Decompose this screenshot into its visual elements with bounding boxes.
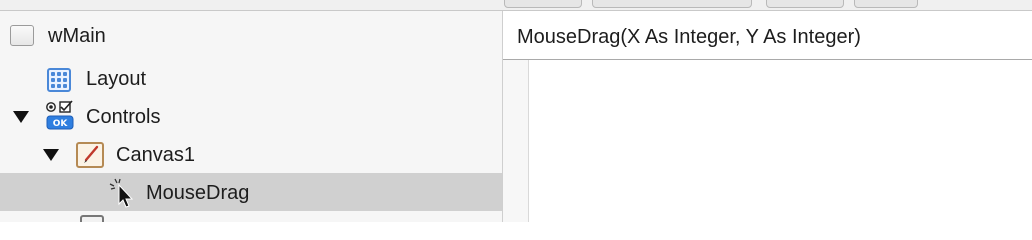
canvas-icon bbox=[76, 142, 104, 168]
nav-item-layout[interactable]: Layout bbox=[0, 59, 502, 97]
nav-item-label: Canvas1 bbox=[116, 144, 195, 166]
method-signature-bar: MouseDrag(X As Integer, Y As Integer) bbox=[503, 11, 1032, 60]
svg-text:OK: OK bbox=[53, 119, 69, 129]
nav-item-label: MouseDrag bbox=[146, 182, 250, 204]
disclosure-triangle-icon[interactable] bbox=[43, 149, 59, 161]
nav-item-mousedrag[interactable]: MouseDrag bbox=[0, 173, 502, 211]
nav-item-label: Controls bbox=[86, 106, 161, 128]
toolbar-button[interactable] bbox=[504, 0, 582, 8]
nav-item-controls[interactable]: OK Controls bbox=[0, 97, 502, 135]
layout-grid-icon bbox=[47, 68, 71, 92]
nav-item-canvas1[interactable]: Canvas1 bbox=[0, 135, 502, 173]
nav-item-label: wMain bbox=[48, 25, 106, 47]
disclosure-triangle-icon[interactable] bbox=[13, 111, 29, 123]
project-navigator: wMain Layout OK Controls Canvas1 MouseDr… bbox=[0, 11, 503, 222]
toolbar-button[interactable] bbox=[854, 0, 918, 8]
toolbar-strip bbox=[0, 0, 1032, 11]
nav-item-wmain[interactable]: wMain bbox=[0, 16, 502, 54]
method-signature: MouseDrag(X As Integer, Y As Integer) bbox=[517, 26, 861, 48]
nav-item-label: Layout bbox=[86, 68, 147, 90]
code-editor: MouseDrag(X As Integer, Y As Integer) bbox=[503, 11, 1032, 222]
item-icon bbox=[80, 215, 104, 222]
code-text-area[interactable] bbox=[529, 60, 1032, 222]
mouse-cursor-icon bbox=[109, 178, 134, 208]
controls-icon: OK bbox=[46, 100, 74, 130]
nav-item-partial[interactable] bbox=[0, 211, 502, 222]
line-number-gutter bbox=[503, 60, 529, 222]
toolbar-button[interactable] bbox=[766, 0, 844, 8]
toolbar-button[interactable] bbox=[592, 0, 752, 8]
window-icon bbox=[10, 25, 34, 46]
